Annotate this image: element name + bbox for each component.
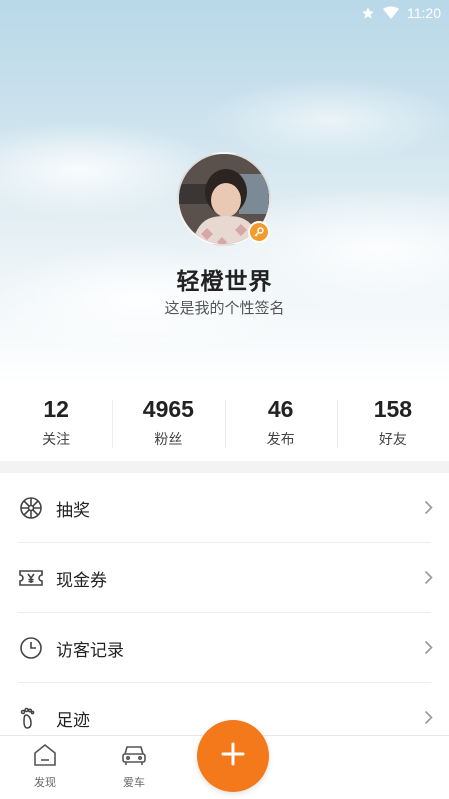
menu-list: 抽奖 现金券 访客记录 足迹 xyxy=(0,473,449,753)
menu-item-visitors[interactable]: 访客记录 xyxy=(0,613,449,683)
stat-friends[interactable]: 158 好友 xyxy=(336,388,449,458)
stat-value: 46 xyxy=(267,396,294,422)
nav-label: 爱车 xyxy=(123,776,145,789)
status-bar: 11:20 xyxy=(361,2,441,24)
nav-item-discover[interactable]: 发现 xyxy=(17,742,73,790)
chevron-right-icon xyxy=(424,570,433,589)
menu-label: 抽奖 xyxy=(56,500,90,521)
stat-label: 发布 xyxy=(266,432,295,448)
stat-label: 关注 xyxy=(42,432,71,448)
discover-icon xyxy=(32,743,58,772)
stat-label: 粉丝 xyxy=(154,432,183,448)
stat-value: 12 xyxy=(43,396,69,422)
stat-value: 158 xyxy=(373,396,413,422)
signature[interactable]: 这是我的个性签名 xyxy=(0,297,449,318)
nav-item-car[interactable]: 爱车 xyxy=(106,742,162,790)
star-icon xyxy=(361,6,375,20)
stat-posts[interactable]: 46 发布 xyxy=(224,388,337,458)
stat-fans[interactable]: 4965 粉丝 xyxy=(112,388,224,458)
coupon-icon xyxy=(18,565,44,591)
chevron-right-icon xyxy=(424,500,433,519)
username: 轻橙世界 xyxy=(176,269,273,295)
publish-fab-button[interactable] xyxy=(197,720,269,792)
stat-value: 4965 xyxy=(142,396,194,422)
status-time: 11:20 xyxy=(407,5,441,21)
lottery-wheel-icon xyxy=(18,495,44,521)
menu-label: 足迹 xyxy=(56,710,90,731)
menu-item-lottery[interactable]: 抽奖 xyxy=(0,473,449,543)
chevron-right-icon xyxy=(424,710,433,729)
clock-icon xyxy=(18,635,44,661)
plus-icon xyxy=(220,741,246,771)
chevron-right-icon xyxy=(424,640,433,659)
key-icon xyxy=(253,223,265,242)
menu-item-coupon[interactable]: 现金券 xyxy=(0,543,449,613)
wifi-icon xyxy=(383,6,399,20)
car-icon xyxy=(120,746,148,772)
stat-label: 好友 xyxy=(378,432,407,448)
section-divider xyxy=(0,461,449,473)
stats-bar: 12 关注 4965 粉丝 46 发布 158 好友 xyxy=(0,388,449,458)
nav-label: 发现 xyxy=(34,776,56,789)
profile-screen: 11:20 轻橙世界 这是我的个性签名 12 关注 4965 粉丝 46 发布 … xyxy=(0,0,449,799)
menu-label: 访客记录 xyxy=(56,640,124,661)
menu-label: 现金券 xyxy=(56,570,107,591)
footprint-icon xyxy=(18,705,44,731)
avatar-badge[interactable] xyxy=(248,221,270,243)
stat-following[interactable]: 12 关注 xyxy=(0,388,112,458)
